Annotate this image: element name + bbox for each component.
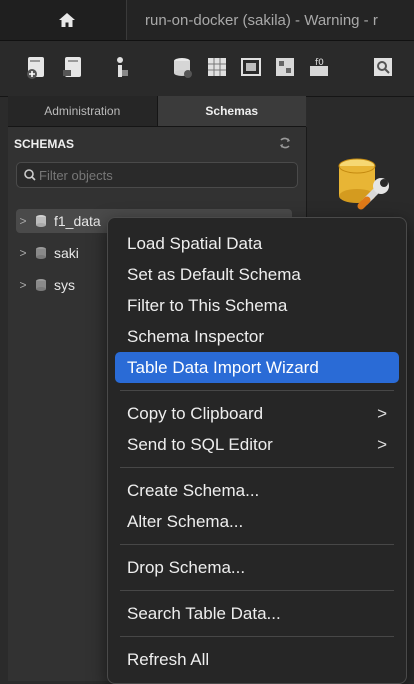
database-icon <box>36 279 46 291</box>
schema-wrench-icon <box>338 158 389 210</box>
submenu-arrow-icon: > <box>377 434 387 454</box>
create-schema-icon[interactable] <box>170 54 196 80</box>
menu-item-send-to-sql-editor[interactable]: Send to SQL Editor > <box>115 429 399 460</box>
create-function-icon[interactable]: f0 <box>306 54 332 80</box>
menu-item-drop-schema[interactable]: Drop Schema... <box>115 552 399 583</box>
schema-context-menu: Load Spatial Data Set as Default Schema … <box>107 217 407 684</box>
menu-item-alter-schema[interactable]: Alter Schema... <box>115 506 399 537</box>
open-sql-script-icon[interactable] <box>60 54 86 80</box>
search-icon <box>24 169 36 181</box>
toolbar: f0 <box>0 41 414 97</box>
schemas-header: SCHEMAS <box>14 137 75 151</box>
chevron-right-icon[interactable]: > <box>16 246 30 260</box>
menu-separator <box>120 390 394 391</box>
home-icon <box>59 13 75 27</box>
database-icon <box>36 247 46 259</box>
create-view-icon[interactable] <box>238 54 264 80</box>
chevron-right-icon[interactable]: > <box>16 214 30 228</box>
svg-text:f0: f0 <box>315 58 324 68</box>
connection-tab[interactable]: run-on-docker (sakila) - Warning - r <box>127 0 414 40</box>
menu-item-table-data-import-wizard[interactable]: Table Data Import Wizard <box>115 352 399 383</box>
menu-item-create-schema[interactable]: Create Schema... <box>115 475 399 506</box>
database-icon <box>36 215 46 227</box>
menu-item-copy-to-clipboard[interactable]: Copy to Clipboard > <box>115 398 399 429</box>
menu-item-refresh-all[interactable]: Refresh All <box>115 644 399 675</box>
submenu-arrow-icon: > <box>377 403 387 423</box>
menu-separator <box>120 544 394 545</box>
menu-item-schema-inspector[interactable]: Schema Inspector <box>115 321 399 352</box>
filter-objects-box <box>16 162 298 188</box>
search-table-data-icon[interactable] <box>370 54 396 80</box>
filter-objects-input[interactable] <box>39 167 297 183</box>
menu-item-set-default-schema[interactable]: Set as Default Schema <box>115 259 399 290</box>
menu-item-load-spatial-data[interactable]: Load Spatial Data <box>115 228 399 259</box>
refresh-icon[interactable] <box>278 136 292 150</box>
menu-item-search-table-data[interactable]: Search Table Data... <box>115 598 399 629</box>
connection-title: run-on-docker (sakila) - Warning - r <box>145 11 378 29</box>
schema-name: f1_data <box>54 213 101 229</box>
home-tab[interactable] <box>8 0 127 40</box>
tab-administration[interactable]: Administration <box>8 96 158 126</box>
inspector-icon[interactable] <box>108 54 134 80</box>
create-procedure-icon[interactable] <box>272 54 298 80</box>
schema-name: sys <box>54 277 75 293</box>
create-table-icon[interactable] <box>204 54 230 80</box>
new-sql-tab-icon[interactable] <box>24 54 50 80</box>
menu-separator <box>120 636 394 637</box>
tab-schemas[interactable]: Schemas <box>157 96 306 126</box>
menu-item-filter-to-this-schema[interactable]: Filter to This Schema <box>115 290 399 321</box>
sidebar-tabs: Administration Schemas <box>8 96 306 127</box>
schema-name: saki <box>54 245 79 261</box>
chevron-right-icon[interactable]: > <box>16 278 30 292</box>
title-bar: run-on-docker (sakila) - Warning - r <box>0 0 414 41</box>
menu-separator <box>120 467 394 468</box>
menu-separator <box>120 590 394 591</box>
